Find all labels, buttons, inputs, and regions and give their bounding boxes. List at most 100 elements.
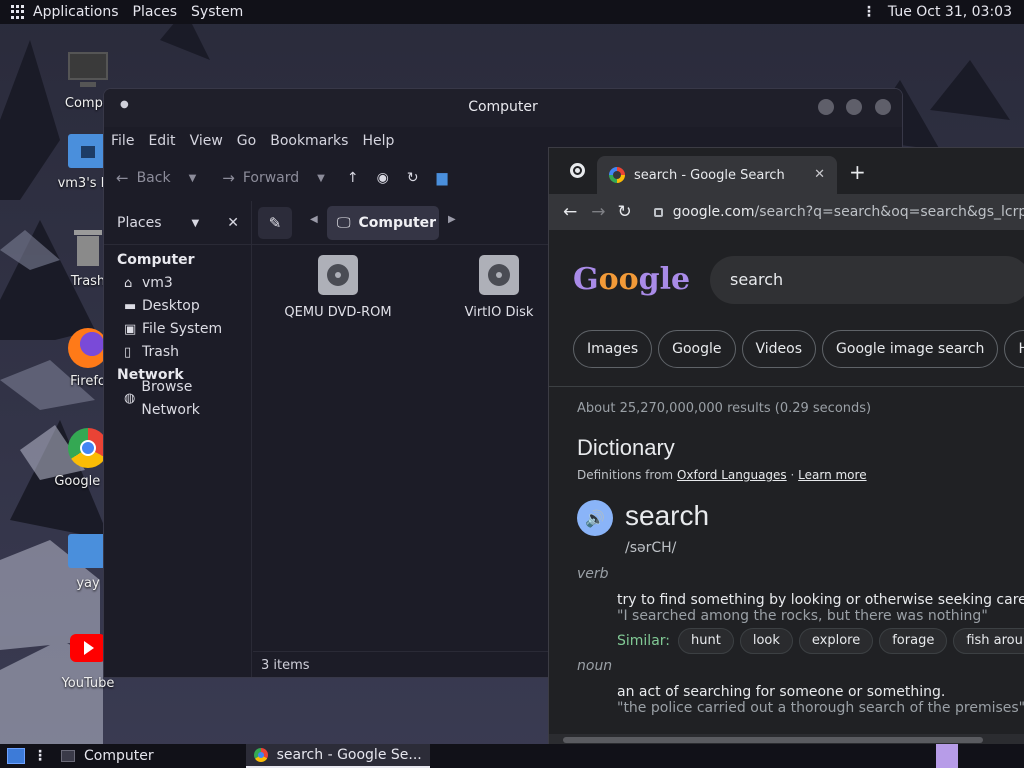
places-section-computer: Computer	[117, 252, 195, 268]
home-icon: ⌂	[124, 276, 133, 291]
dictionary-word: search	[625, 500, 710, 531]
monitor-icon	[68, 50, 108, 90]
url-field[interactable]: google.com/search?q=search&oq=search&gs_…	[653, 204, 1024, 220]
system-menu[interactable]: System	[191, 4, 243, 20]
places-item-browse-network[interactable]: ◍ Browse Network	[104, 379, 251, 418]
forward-button[interactable]: → Forward	[222, 169, 299, 187]
synonym-chip[interactable]: explore	[798, 628, 874, 654]
forward-arrow-icon[interactable]: →	[591, 202, 605, 222]
back-button[interactable]: ← Back	[116, 169, 171, 187]
chip-google-image-search[interactable]: Google image search	[822, 330, 999, 368]
menu-file[interactable]: File	[111, 133, 134, 149]
learn-more-link[interactable]: Learn more	[798, 468, 866, 482]
noun-definition: an act of searching for someone or somet…	[617, 684, 946, 700]
panel-menu-icon[interactable]: ⋮	[862, 4, 876, 20]
part-of-speech-verb: verb	[577, 566, 609, 582]
menu-view[interactable]: View	[190, 133, 223, 149]
chrome-menu-icon[interactable]	[570, 163, 585, 178]
sidebar-selector[interactable]: Places ▼ ✕	[104, 201, 252, 245]
google-favicon-icon	[609, 167, 625, 183]
synonym-chip[interactable]: look	[739, 628, 793, 654]
dictionary-heading: Dictionary	[577, 435, 675, 460]
oxford-languages-link[interactable]: Oxford Languages	[677, 468, 787, 482]
chip-images[interactable]: Images	[573, 330, 653, 368]
chrome-window: search - Google Search ✕ + ← → ↻ google.…	[548, 147, 1024, 745]
places-item-trash[interactable]: ▯ Trash	[104, 341, 251, 364]
file-item-qemu-dvd-rom[interactable]: QEMU DVD-ROM	[273, 255, 403, 320]
back-arrow-icon[interactable]: ←	[563, 202, 577, 222]
menu-edit[interactable]: Edit	[148, 133, 175, 149]
trash-icon: ▯	[124, 345, 132, 360]
chip-videos[interactable]: Videos	[741, 330, 817, 368]
applications-menu[interactable]: Applications	[33, 4, 119, 20]
panel-handle-icon[interactable]: ⋮	[33, 748, 47, 764]
breadcrumb-computer[interactable]: 🖵 Computer	[327, 206, 439, 240]
folder-icon	[68, 530, 108, 570]
places-item-desktop[interactable]: ▬ Desktop	[104, 295, 251, 318]
file-item-virtio-disk[interactable]: VirtIO Disk	[434, 255, 564, 320]
file-manager-titlebar[interactable]: ● Computer	[104, 89, 902, 127]
synonym-chip[interactable]: hunt	[678, 628, 734, 654]
places-menu[interactable]: Places	[133, 4, 178, 20]
menu-help[interactable]: Help	[362, 133, 394, 149]
trash-icon	[68, 228, 108, 268]
top-panel: Applications Places System ⋮ Tue Oct 31,…	[0, 0, 1024, 24]
apps-grid-icon[interactable]	[11, 5, 25, 19]
places-item-file-system[interactable]: ▣ File System	[104, 318, 251, 341]
monitor-icon: 🖵	[337, 215, 351, 231]
synonym-chip[interactable]: fish around	[953, 628, 1024, 654]
minimize-button[interactable]	[818, 99, 834, 115]
phonetic: /sərCH/	[625, 540, 677, 556]
breadcrumb-scroll-left-icon[interactable]: ◀	[310, 214, 318, 225]
breadcrumb-scroll-right-icon[interactable]: ▶	[448, 214, 456, 225]
forward-history-dropdown[interactable]: ▼	[317, 173, 325, 184]
places-sidebar: Computer ⌂ vm3 ▬ Desktop ▣ File System ▯…	[104, 245, 252, 677]
reload-button[interactable]: ↻	[407, 170, 419, 186]
lock-icon	[653, 207, 663, 217]
chip-history[interactable]: Hist	[1004, 330, 1024, 368]
show-desktop-icon[interactable]	[7, 748, 25, 764]
hard-disk-icon	[479, 255, 519, 295]
back-history-dropdown[interactable]: ▼	[189, 173, 197, 184]
edit-location-button[interactable]: ✎	[258, 207, 292, 239]
tab-strip: search - Google Search ✕ +	[549, 148, 1024, 194]
taskbar-item-computer[interactable]: Computer	[53, 744, 162, 768]
chip-google[interactable]: Google	[658, 330, 736, 368]
definitions-source: Definitions from Oxford Languages · Lear…	[577, 468, 867, 482]
stop-button[interactable]: ◉	[377, 170, 389, 186]
search-input[interactable]: search	[710, 256, 1024, 304]
menu-bookmarks[interactable]: Bookmarks	[270, 133, 348, 149]
clock[interactable]: Tue Oct 31, 03:03	[888, 4, 1012, 20]
google-doodle-logo[interactable]: Google	[573, 262, 690, 297]
close-sidebar-icon[interactable]: ✕	[227, 215, 239, 231]
youtube-icon	[68, 630, 108, 670]
arrow-left-icon: ←	[116, 169, 129, 187]
chrome-icon	[253, 748, 268, 762]
up-button[interactable]: ↑	[347, 170, 359, 186]
noun-example: "the police carried out a thorough searc…	[617, 700, 1024, 716]
window-title: Computer	[468, 99, 538, 115]
tab-close-icon[interactable]: ✕	[814, 167, 825, 182]
speaker-icon[interactable]: 🔊	[577, 500, 613, 536]
reload-icon[interactable]: ↻	[618, 202, 632, 222]
globe-icon: ◍	[124, 391, 136, 406]
menu-go[interactable]: Go	[237, 133, 256, 149]
tab-google-search[interactable]: search - Google Search ✕	[597, 156, 837, 194]
close-button[interactable]	[875, 99, 891, 115]
pencil-icon: ✎	[268, 214, 282, 232]
drive-icon: ▣	[124, 322, 137, 337]
scrollbar-thumb[interactable]	[563, 737, 983, 743]
workspace-switcher[interactable]	[936, 744, 958, 768]
synonym-chip[interactable]: forage	[879, 628, 948, 654]
similar-words: Similar: huntlookexploreforagefish aroun…	[617, 628, 1024, 654]
home-button[interactable]: ▆	[437, 170, 448, 186]
taskbar-item-chrome[interactable]: search - Google Se...	[245, 744, 430, 768]
reload-icon: ↻	[406, 170, 419, 186]
maximize-button[interactable]	[846, 99, 862, 115]
home-folder-icon: ▆	[436, 170, 448, 186]
optical-drive-icon	[318, 255, 358, 295]
verb-example: "I searched among the rocks, but there w…	[617, 608, 988, 624]
chevron-down-icon[interactable]: ▼	[192, 218, 200, 229]
places-item-vm3[interactable]: ⌂ vm3	[104, 272, 251, 295]
new-tab-icon[interactable]: +	[849, 160, 866, 184]
